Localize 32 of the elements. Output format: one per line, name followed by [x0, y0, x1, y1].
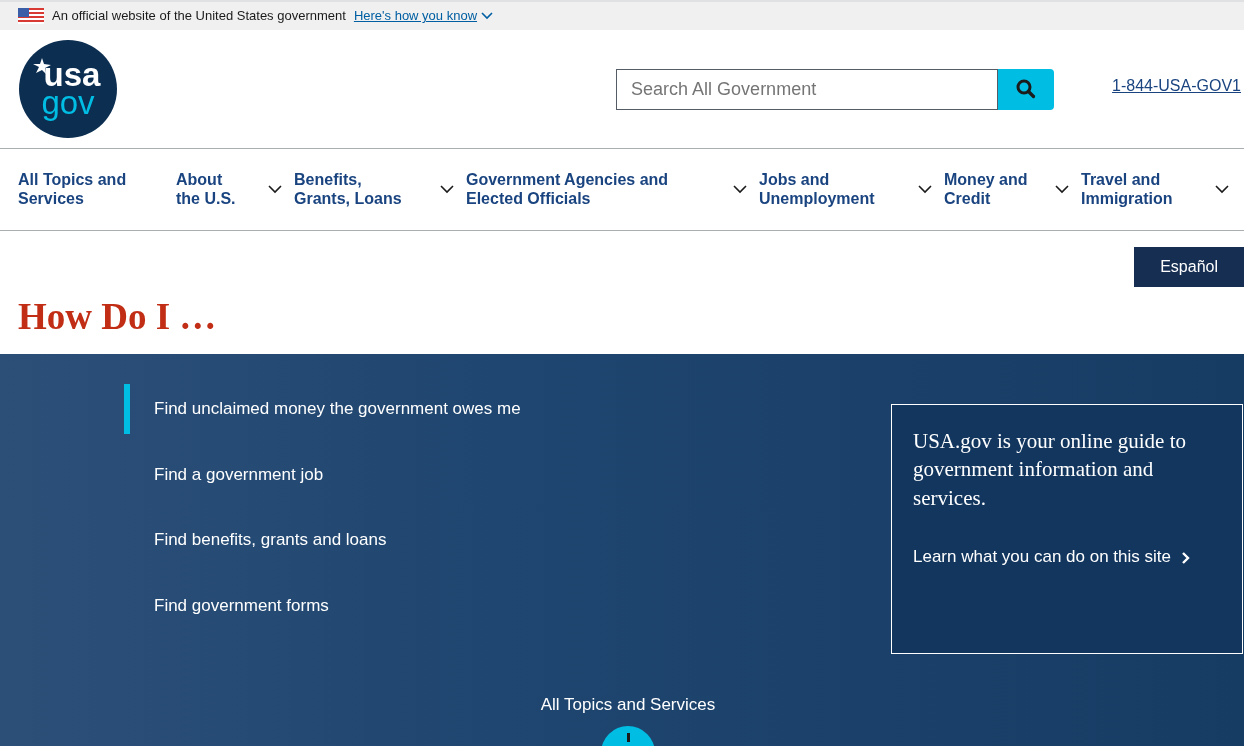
search-icon [1016, 79, 1037, 99]
chevron-down-icon [733, 185, 747, 194]
chevron-right-icon [1181, 550, 1191, 565]
nav-menu-item[interactable]: Benefits, Grants, Loans [294, 171, 466, 208]
topic-link[interactable]: Find a government job [124, 449, 891, 499]
plus-icon [626, 732, 630, 742]
usagov-logo[interactable]: usa gov [19, 40, 117, 138]
official-site-notice: An official website of the United States government [52, 7, 346, 26]
nav-menu-item[interactable]: All Topics and Services [18, 171, 176, 208]
nav-menu-item[interactable]: About the U.S. [176, 171, 294, 208]
us-flag-icon [18, 8, 44, 24]
phone-link[interactable]: 1-844-USA-GOV1 [1112, 74, 1241, 98]
learn-more-link[interactable]: Learn what you can do on this site [913, 547, 1191, 567]
nav-menu-item[interactable]: Government Agencies and Elected Officials [466, 171, 759, 208]
search-button[interactable] [998, 68, 1055, 110]
page-heading: How Do I … [18, 295, 218, 339]
chevron-down-icon [440, 185, 454, 194]
chevron-down-icon [268, 185, 282, 194]
chevron-down-icon [918, 185, 932, 194]
all-topics-label: All Topics and Services [540, 694, 716, 716]
nav-menu-item[interactable]: Jobs and Unemployment [759, 171, 944, 208]
nav-menu-item[interactable]: Travel and Immigration [1081, 171, 1241, 208]
search-field[interactable]: Search All Government [616, 68, 999, 110]
topic-link[interactable]: Find government forms [124, 580, 891, 630]
how-you-know-link[interactable]: Here's how you know [353, 6, 494, 26]
card-text: USA.gov is your online guide to government information and services. [913, 428, 1187, 512]
nav-menu-item[interactable]: Money and Credit [944, 171, 1081, 208]
chevron-down-icon [481, 12, 494, 20]
chevron-down-icon [1055, 185, 1069, 194]
language-button[interactable]: Español [1134, 247, 1244, 287]
chevron-down-icon [1215, 185, 1229, 194]
topic-link[interactable]: Find benefits, grants and loans [124, 515, 891, 565]
